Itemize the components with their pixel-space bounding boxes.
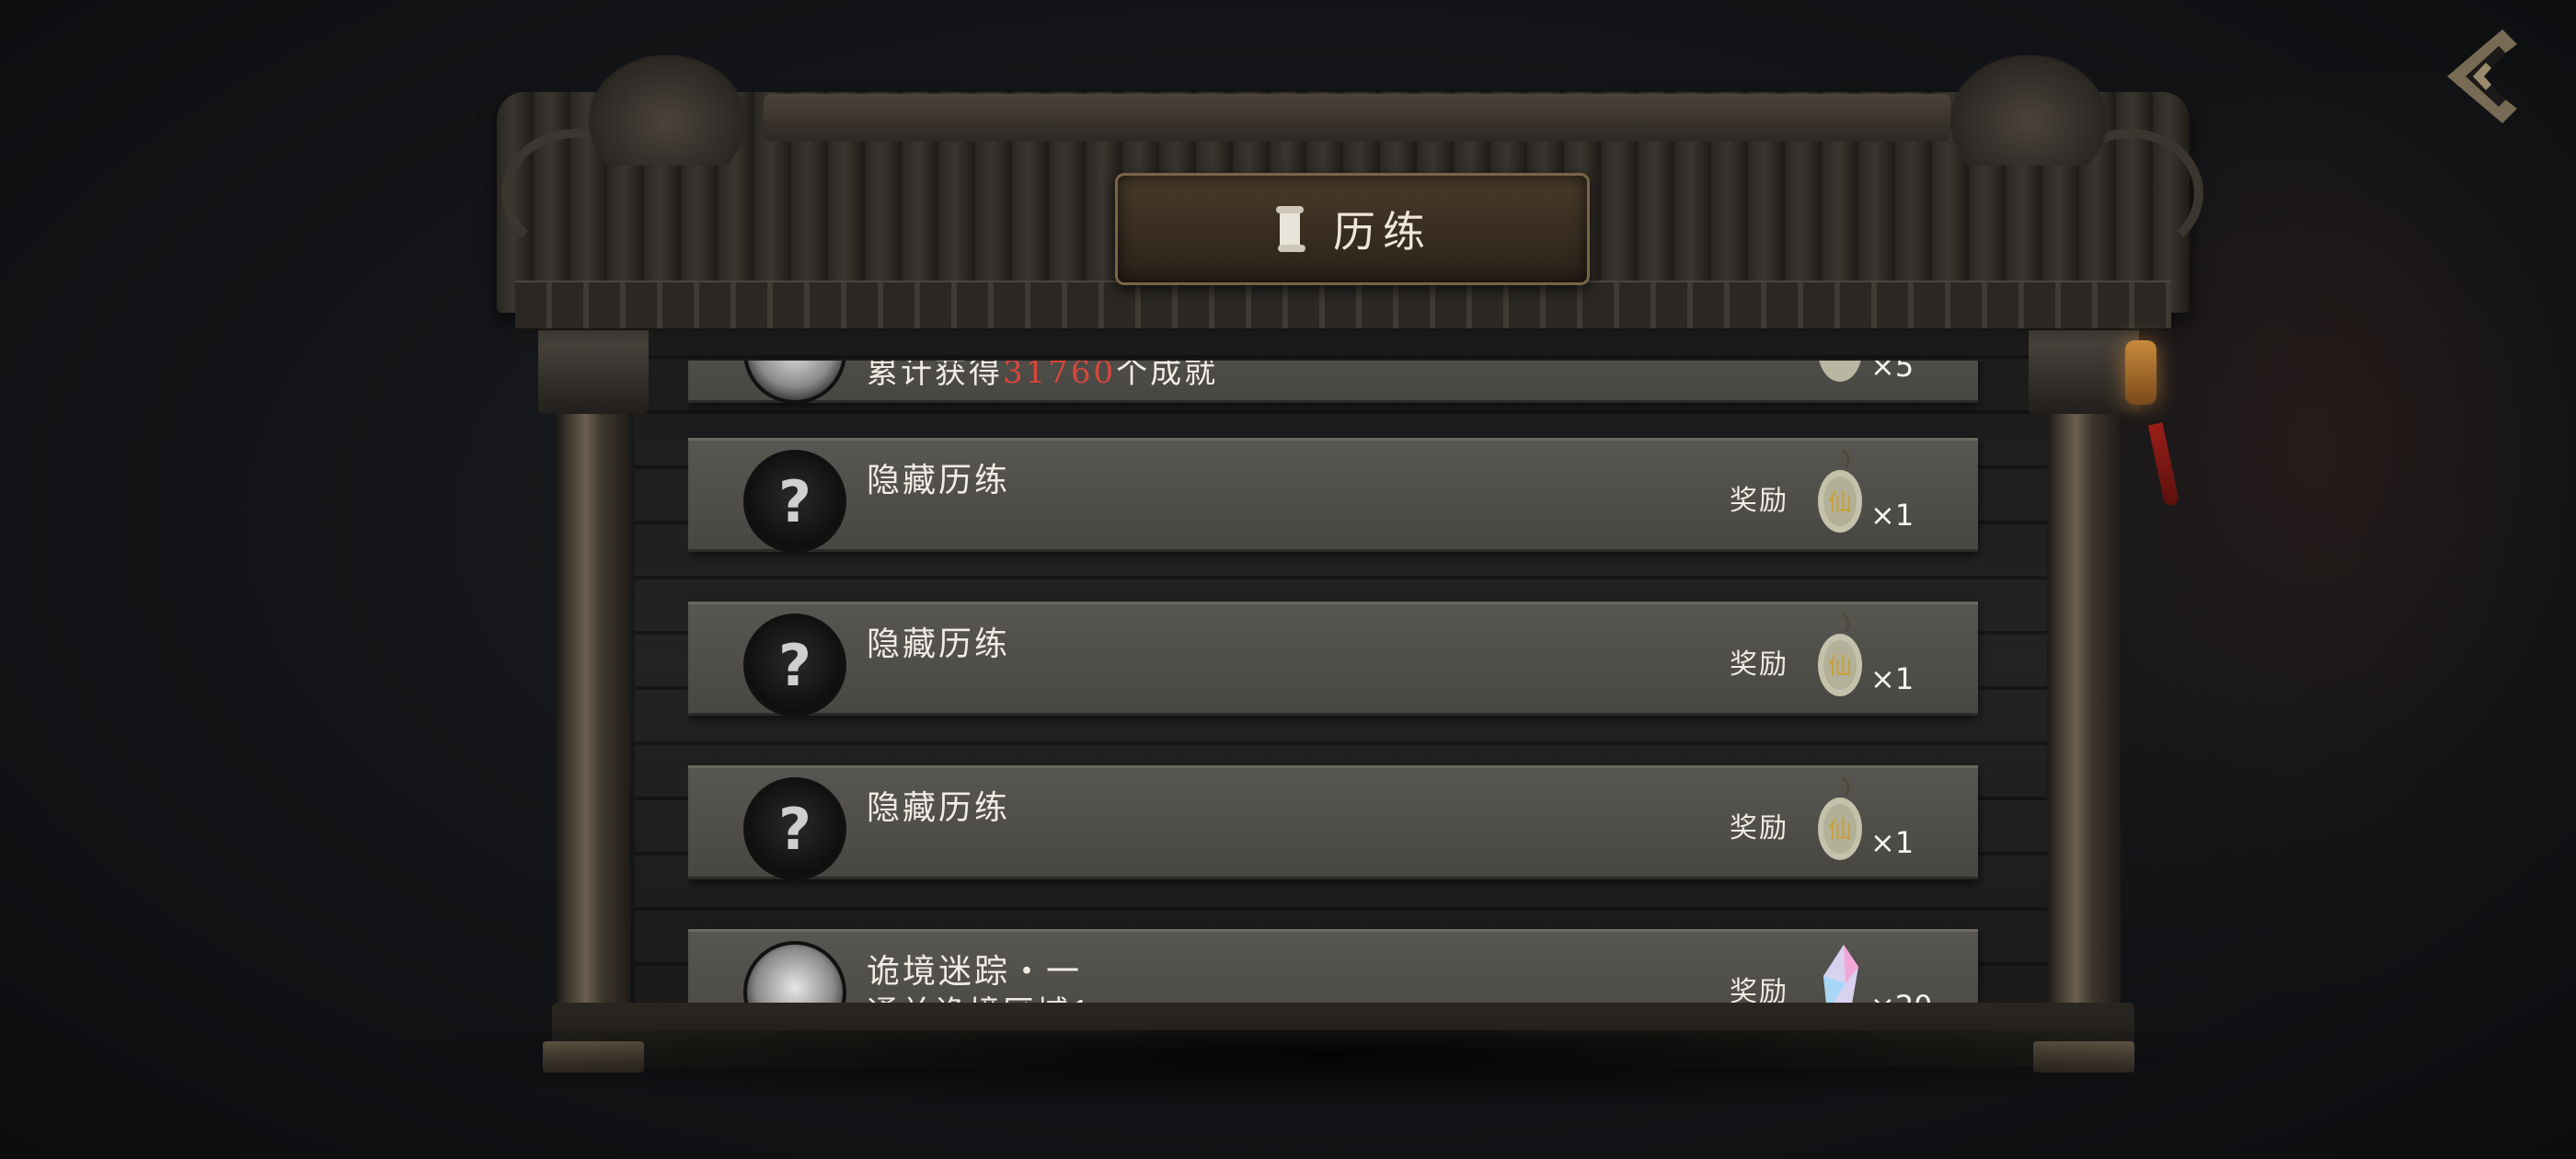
question-mark-icon: ? — [743, 450, 846, 553]
title-plaque: 历练 — [1115, 173, 1590, 285]
title-suffix: 个成就 — [1116, 361, 1219, 391]
achievement-row-subtitle: 通关诡境区域1 — [867, 987, 1094, 1003]
back-button[interactable] — [2438, 26, 2521, 127]
achievement-row-title: 隐藏历练 — [867, 462, 1011, 499]
question-mark-glyph: ? — [778, 795, 811, 863]
achievement-row-title: 隐藏历练 — [867, 625, 1011, 663]
achievement-row-title: 隐藏历练 — [867, 789, 1011, 827]
achievement-row-accumulate[interactable]: 累计获得31760个成就 ×5 — [688, 361, 1978, 404]
reward-label: 奖励 — [1730, 648, 1788, 681]
hanging-lantern — [2125, 340, 2156, 405]
title-prefix: 累计获得 — [867, 361, 1003, 391]
jade-pendant-icon: 仙 — [1818, 612, 1862, 696]
reward-label: 奖励 — [1730, 976, 1788, 1003]
reward-count: ×1 — [1870, 661, 1915, 696]
achievement-row-mystery-realm[interactable]: 诡境迷踪・一 通关诡境区域1 奖励 ×20 — [688, 929, 1978, 1003]
achievement-row-hidden-3[interactable]: ? 隐藏历练 奖励 仙 ×1 — [688, 765, 1978, 880]
question-mark-icon: ? — [743, 777, 846, 880]
reward-count: ×5 — [1870, 361, 1915, 384]
achievement-row-title: 累计获得31760个成就 — [867, 361, 1218, 392]
jade-pendant-icon — [1819, 361, 1861, 382]
roof-decorative-band — [515, 281, 2171, 330]
reward-count: ×20 — [1870, 989, 1933, 1003]
question-mark-glyph: ? — [778, 631, 811, 699]
svg-text:仙: 仙 — [1828, 817, 1852, 844]
question-mark-glyph: ? — [778, 467, 811, 535]
portrait-icon — [743, 941, 846, 1003]
jade-pendant-icon: 仙 — [1818, 775, 1862, 860]
achievement-row-hidden-2[interactable]: ? 隐藏历练 奖励 仙 ×1 — [688, 602, 1978, 717]
svg-text:仙: 仙 — [1828, 489, 1852, 517]
question-mark-icon: ? — [743, 614, 846, 717]
achievement-list[interactable]: 累计获得31760个成就 ×5 ? 隐藏历练 奖励 仙 ×1 ? 隐藏历练 奖励 — [688, 361, 1985, 1003]
crystal-icon — [1823, 945, 1858, 1003]
jade-pendant-icon: 仙 — [1818, 448, 1862, 533]
page-title: 历练 — [1333, 207, 1432, 257]
reward-count: ×1 — [1870, 825, 1915, 860]
achievement-row-title: 诡境迷踪・一 — [867, 953, 1083, 991]
svg-text:仙: 仙 — [1828, 653, 1852, 681]
ground-shadow — [350, 1030, 2300, 1113]
reward-label: 奖励 — [1730, 812, 1788, 844]
reward-label: 奖励 — [1730, 485, 1788, 517]
achievement-count-highlight: 31760 — [1003, 361, 1117, 391]
scroll-icon — [1276, 206, 1305, 252]
right-dragon-ornament — [1950, 55, 2107, 166]
achievement-row-hidden-1[interactable]: ? 隐藏历练 奖励 仙 ×1 — [688, 438, 1978, 553]
reward-count: ×1 — [1870, 498, 1915, 533]
left-dragon-ornament — [589, 55, 745, 166]
roof-ridge — [764, 94, 1950, 142]
achievement-medal-icon — [743, 361, 846, 404]
diamond-arrow-back-icon — [2447, 29, 2517, 123]
